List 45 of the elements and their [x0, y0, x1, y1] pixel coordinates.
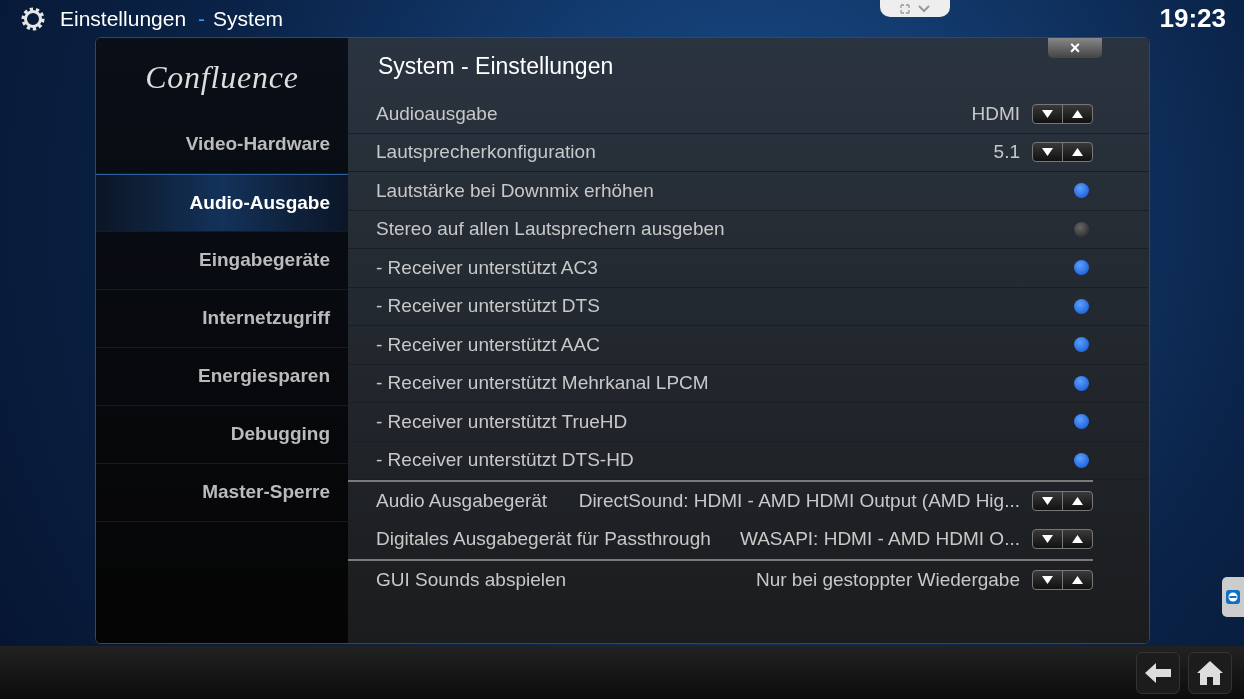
setting-value: HDMI: [971, 101, 1020, 126]
radio-indicator[interactable]: [1074, 298, 1089, 314]
setting-label[interactable]: Audio Ausgabegerät: [376, 486, 548, 515]
setting-label[interactable]: Digitales Ausgabegerät für Passthrough: [376, 525, 711, 554]
radio-indicator[interactable]: [1074, 414, 1089, 430]
setting-label[interactable]: - Receiver unterstützt DTS-HD: [376, 446, 634, 475]
spin-control[interactable]: [1032, 142, 1093, 163]
logo: Confluence: [145, 58, 299, 97]
home-icon: [1196, 659, 1224, 686]
setting-label[interactable]: GUI Sounds abspielen: [376, 565, 567, 594]
setting-label[interactable]: Lautstärke bei Downmix erhöhen: [376, 176, 654, 205]
spin-control[interactable]: [1032, 569, 1093, 590]
radio-indicator[interactable]: [1074, 183, 1089, 199]
setting-label[interactable]: - Receiver unterstützt Mehrkanal LPCM: [376, 369, 709, 398]
back-arrow-icon: [1144, 661, 1172, 684]
radio-indicator[interactable]: [1074, 452, 1089, 468]
remote-app-tab[interactable]: [1222, 577, 1244, 617]
setting-value: WASAPI: HDMI - AMD HDMI O...: [739, 527, 1020, 551]
clock: 19:23: [1159, 2, 1226, 35]
window-title: Einstellungen: [60, 5, 187, 32]
title-separator: -: [198, 5, 206, 32]
spin-control[interactable]: [1032, 103, 1093, 124]
setting-label[interactable]: - Receiver unterstützt TrueHD: [376, 407, 628, 436]
radio-indicator[interactable]: [1074, 337, 1089, 353]
radio-indicator[interactable]: [1074, 260, 1089, 276]
setting-value: DirectSound: HDMI - AMD HDMI Output (AMD Hig...: [578, 488, 1020, 513]
setting-value: Nur bei gestoppter Wiedergabe: [755, 567, 1020, 592]
sidebar-item[interactable]: Audio-Ausgabe: [96, 174, 348, 232]
setting-label[interactable]: Audioausgabe: [376, 99, 498, 128]
radio-indicator[interactable]: [1074, 375, 1089, 391]
setting-label[interactable]: - Receiver unterstützt AC3: [376, 253, 598, 282]
setting-value: 5.1: [993, 140, 1020, 164]
setting-label[interactable]: Lautsprecherkonfiguration: [376, 138, 596, 167]
back-button[interactable]: [1136, 651, 1180, 694]
setting-label[interactable]: - Receiver unterstützt AAC: [376, 330, 600, 359]
close-button[interactable]: ×: [1048, 38, 1102, 58]
window-subtitle: System: [213, 5, 284, 32]
dialog-title: System - Einstellungen: [378, 52, 614, 82]
setting-label[interactable]: Stereo auf allen Lautsprechern ausgeben: [376, 215, 725, 244]
home-button[interactable]: [1188, 651, 1232, 694]
spin-control[interactable]: [1032, 490, 1093, 511]
radio-indicator[interactable]: [1074, 221, 1089, 237]
spin-control[interactable]: [1032, 529, 1093, 550]
setting-label[interactable]: - Receiver unterstützt DTS: [376, 292, 600, 321]
remote-app-icon: [1226, 590, 1240, 604]
